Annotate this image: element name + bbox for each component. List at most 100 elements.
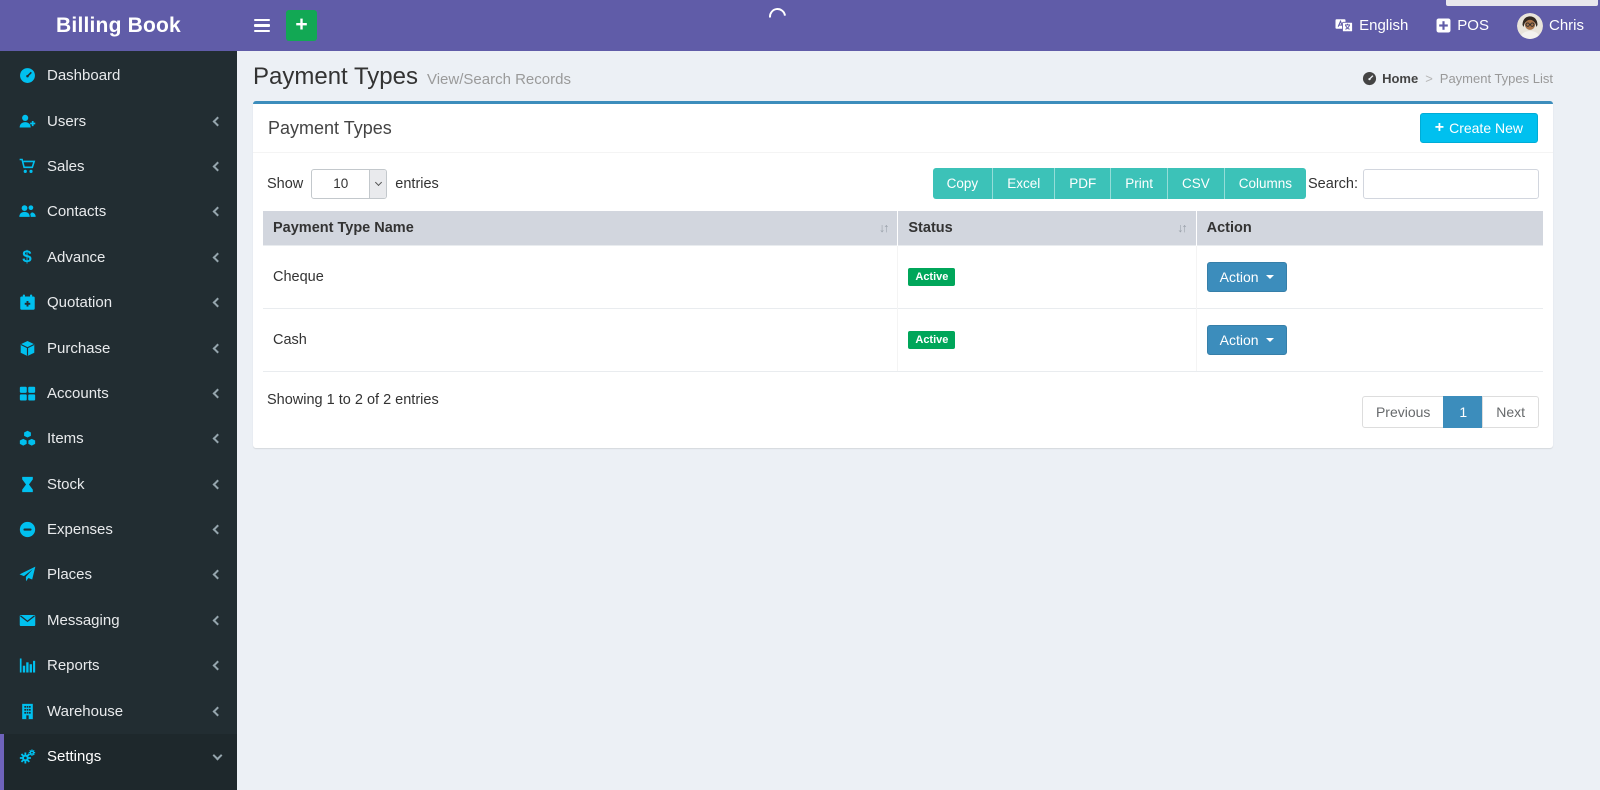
sidebar-item-quotation: Quotation xyxy=(0,280,237,325)
calendar-plus-icon xyxy=(19,294,35,310)
action-cell: Action xyxy=(1195,245,1543,309)
page-length-value: 10 xyxy=(333,176,349,191)
card-body: Show 10 entries Copy Excel PDF Print CSV xyxy=(253,153,1553,448)
next-page-button[interactable]: Next xyxy=(1482,396,1539,428)
avatar xyxy=(1516,12,1543,39)
plus-icon: + xyxy=(295,13,308,36)
status-badge: Active xyxy=(908,331,956,349)
users-icon xyxy=(18,205,36,218)
sidebar-item-advance: $ Advance xyxy=(0,235,237,280)
chevron-left-icon xyxy=(212,479,223,490)
sidebar-toggle-button[interactable] xyxy=(239,0,284,51)
minus-circle-icon xyxy=(19,521,35,538)
dollar-icon: $ xyxy=(22,247,32,267)
create-new-button[interactable]: + Create New xyxy=(1419,113,1538,143)
page-subtitle: View/Search Records xyxy=(426,71,571,88)
sidebar-item-stock: Stock xyxy=(0,462,237,507)
action-dropdown-button[interactable]: Action xyxy=(1206,325,1287,355)
sidebar-item-purchase: Purchase xyxy=(0,325,237,370)
bar-chart-icon xyxy=(19,658,35,673)
topbar: Billing Book + English POS Chris xyxy=(0,0,1600,51)
sidebar-item-reports: Reports xyxy=(0,643,237,688)
copy-button[interactable]: Copy xyxy=(932,168,994,199)
plus-square-icon xyxy=(1436,18,1451,33)
topbar-menu: English POS Chris xyxy=(1335,0,1584,51)
sidebar-nav: Dashboard Users Sales Contacts $ Advance… xyxy=(0,51,237,790)
cube-icon xyxy=(20,340,34,356)
print-button[interactable]: Print xyxy=(1111,168,1168,199)
chevron-left-icon xyxy=(212,388,223,399)
status-cell: Active xyxy=(897,245,1197,309)
status-cell: Active xyxy=(897,308,1197,372)
page-length-control: Show 10 entries xyxy=(267,168,439,199)
entries-label: entries xyxy=(395,175,439,192)
previous-page-button[interactable]: Previous xyxy=(1361,396,1445,428)
columns-button[interactable]: Columns xyxy=(1224,168,1307,199)
excel-button[interactable]: Excel xyxy=(993,168,1056,199)
dashboard-icon xyxy=(19,68,35,84)
main-content: Payment Types View/Search Records Home >… xyxy=(237,51,1600,790)
payment-types-table: Payment Type Name ↓↑ Status ↓↑ Action Ch… xyxy=(263,211,1543,372)
sort-icon: ↓↑ xyxy=(878,221,889,235)
sidebar-item-accounts: Accounts xyxy=(0,371,237,416)
export-and-search: Copy Excel PDF Print CSV Columns Search: xyxy=(932,168,1539,199)
sidebar: Dashboard Users Sales Contacts $ Advance… xyxy=(0,51,237,790)
sidebar-item-warehouse: Warehouse xyxy=(0,688,237,733)
paper-plane-icon xyxy=(19,567,35,582)
app-logo[interactable]: Billing Book xyxy=(0,0,237,51)
breadcrumb-separator: > xyxy=(1425,71,1433,86)
page-1-button[interactable]: 1 xyxy=(1443,396,1484,428)
breadcrumb: Home > Payment Types List xyxy=(1362,71,1553,91)
chevron-left-icon xyxy=(212,116,223,127)
plus-icon: + xyxy=(1434,119,1445,136)
hamburger-icon xyxy=(253,18,270,22)
csv-button[interactable]: CSV xyxy=(1167,168,1225,199)
page-length-select[interactable]: 10 xyxy=(311,168,388,199)
chevron-down-icon xyxy=(212,750,223,760)
sidebar-item-places: Places xyxy=(0,552,237,597)
payment-type-name-cell: Cheque xyxy=(263,245,898,309)
pagination: Previous 1 Next xyxy=(1361,396,1539,428)
pos-menu[interactable]: POS xyxy=(1436,17,1489,34)
table-body: Cheque Active Action Cash Active Action xyxy=(263,245,1543,372)
settings-submenu-area xyxy=(0,779,237,790)
user-plus-icon xyxy=(19,114,35,128)
table-controls: Show 10 entries Copy Excel PDF Print CSV xyxy=(267,168,1539,199)
chevron-left-icon xyxy=(212,615,223,626)
shopping-cart-icon xyxy=(19,158,35,173)
caret-down-icon xyxy=(1265,275,1274,279)
column-header-name[interactable]: Payment Type Name ↓↑ xyxy=(263,211,898,246)
column-header-status[interactable]: Status ↓↑ xyxy=(897,211,1197,246)
chevron-left-icon xyxy=(212,660,223,671)
card-header: Payment Types + Create New xyxy=(253,104,1553,153)
sidebar-item-sales: Sales xyxy=(0,144,237,189)
chevron-left-icon xyxy=(212,706,223,717)
breadcrumb-current: Payment Types List xyxy=(1439,71,1553,86)
home-dashboard-icon xyxy=(1363,71,1377,86)
chevron-left-icon xyxy=(212,524,223,535)
card-title: Payment Types xyxy=(268,117,392,138)
table-header-row: Payment Type Name ↓↑ Status ↓↑ Action xyxy=(263,211,1543,246)
quick-add-button[interactable]: + xyxy=(286,10,317,41)
envelope-icon xyxy=(19,614,35,626)
table-row: Cheque Active Action xyxy=(263,245,1543,309)
sidebar-item-messaging: Messaging xyxy=(0,598,237,643)
chevron-left-icon xyxy=(212,297,223,308)
table-footer: Showing 1 to 2 of 2 entries Previous 1 N… xyxy=(267,384,1539,428)
gears-icon xyxy=(19,749,35,764)
action-dropdown-button[interactable]: Action xyxy=(1206,262,1287,292)
search-input[interactable] xyxy=(1363,168,1539,199)
sidebar-item-dashboard: Dashboard xyxy=(0,53,237,98)
grid-icon xyxy=(19,386,35,401)
breadcrumb-home[interactable]: Home xyxy=(1362,71,1418,86)
language-menu[interactable]: English xyxy=(1335,17,1408,34)
chevron-left-icon xyxy=(212,433,223,444)
cubes-icon xyxy=(19,431,35,446)
page-title: Payment Types xyxy=(253,63,418,90)
caret-down-icon xyxy=(1265,338,1274,342)
sidebar-item-users: Users xyxy=(0,98,237,143)
sidebar-item-expenses: Expenses xyxy=(0,507,237,552)
content-header: Payment Types View/Search Records Home >… xyxy=(253,63,1553,91)
pdf-button[interactable]: PDF xyxy=(1055,168,1112,199)
user-menu[interactable]: Chris xyxy=(1516,12,1584,39)
